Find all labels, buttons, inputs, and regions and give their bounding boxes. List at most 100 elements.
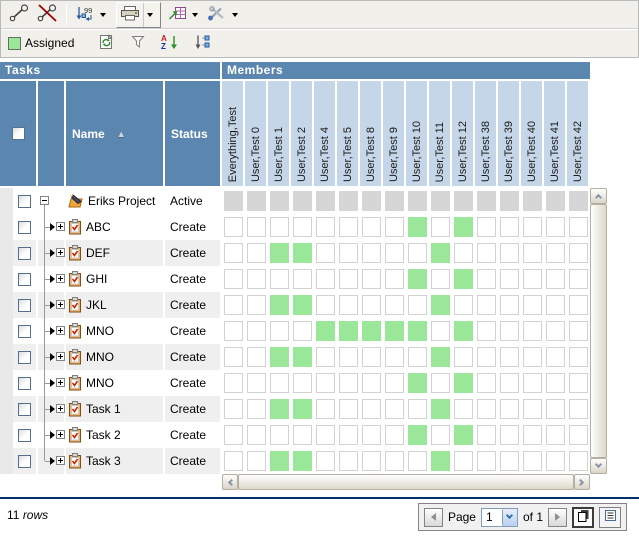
assignment-cell[interactable] <box>406 292 429 318</box>
member-column-header[interactable]: User,Test 38 <box>475 81 496 186</box>
member-column-header[interactable]: User,Test 2 <box>291 81 312 186</box>
assignment-cell[interactable] <box>452 318 475 344</box>
row-checkbox[interactable] <box>18 195 31 208</box>
assignment-cell[interactable] <box>268 240 291 266</box>
refresh-button[interactable] <box>94 31 118 55</box>
assignment-cell[interactable] <box>544 422 567 448</box>
assignment-cell[interactable] <box>245 214 268 240</box>
assignment-cell[interactable] <box>360 318 383 344</box>
assignment-cell[interactable] <box>544 188 567 214</box>
assignment-cell[interactable] <box>268 292 291 318</box>
assignment-cell[interactable] <box>521 396 544 422</box>
assignment-cell[interactable] <box>383 188 406 214</box>
assignment-cell[interactable] <box>498 396 521 422</box>
assignment-cell[interactable] <box>406 266 429 292</box>
assignment-cell[interactable] <box>337 448 360 474</box>
assignment-cell[interactable] <box>452 344 475 370</box>
assignment-cell[interactable] <box>406 370 429 396</box>
scroll-left-button[interactable] <box>222 474 238 490</box>
row-checkbox[interactable] <box>18 325 31 338</box>
expand-icon[interactable] <box>56 300 65 309</box>
assignment-cell[interactable] <box>337 292 360 318</box>
assignment-cell[interactable] <box>567 370 590 396</box>
assignment-cell[interactable] <box>475 370 498 396</box>
assignment-cell[interactable] <box>222 370 245 396</box>
page-select-dropdown[interactable] <box>502 509 517 526</box>
member-column-header[interactable]: User,Test 10 <box>406 81 427 186</box>
assignment-cell[interactable] <box>360 240 383 266</box>
link-button[interactable] <box>5 3 33 27</box>
assignment-cell[interactable] <box>291 188 314 214</box>
expand-icon[interactable] <box>56 222 65 231</box>
vertical-scrollbar-thumb[interactable] <box>590 204 607 458</box>
assignment-cell[interactable] <box>314 266 337 292</box>
assignment-cell[interactable] <box>291 370 314 396</box>
assignment-cell[interactable] <box>314 292 337 318</box>
assignment-cell[interactable] <box>406 448 429 474</box>
assignment-cell[interactable] <box>222 292 245 318</box>
assignment-cell[interactable] <box>291 266 314 292</box>
assignment-cell[interactable] <box>360 396 383 422</box>
assignment-cell[interactable] <box>245 266 268 292</box>
print-button[interactable] <box>117 3 143 27</box>
next-page-button[interactable] <box>548 508 567 527</box>
assignment-cell[interactable] <box>475 318 498 344</box>
assignment-cell[interactable] <box>314 422 337 448</box>
assignment-cell[interactable] <box>291 318 314 344</box>
member-column-header[interactable]: User,Test 5 <box>337 81 358 186</box>
row-checkbox[interactable] <box>18 247 31 260</box>
assignment-cell[interactable] <box>268 396 291 422</box>
expand-icon[interactable] <box>56 378 65 387</box>
expand-icon[interactable] <box>56 248 65 257</box>
assignment-cell[interactable] <box>498 448 521 474</box>
assignment-cell[interactable] <box>291 448 314 474</box>
assignment-cell[interactable] <box>567 292 590 318</box>
assignment-cell[interactable] <box>337 396 360 422</box>
assignment-cell[interactable] <box>475 188 498 214</box>
assignment-cell[interactable] <box>452 396 475 422</box>
assignment-cell[interactable] <box>429 188 452 214</box>
horizontal-scrollbar[interactable] <box>222 474 590 490</box>
single-page-view-button[interactable] <box>599 507 621 528</box>
assignment-cell[interactable] <box>452 422 475 448</box>
assignment-cell[interactable] <box>383 344 406 370</box>
select-all-checkbox[interactable] <box>12 127 25 140</box>
expand-icon[interactable] <box>56 404 65 413</box>
assignment-cell[interactable] <box>567 448 590 474</box>
assignment-cell[interactable] <box>498 344 521 370</box>
assignment-cell[interactable] <box>291 292 314 318</box>
assignment-cell[interactable] <box>429 266 452 292</box>
member-column-header[interactable]: User,Test 0 <box>245 81 266 186</box>
assignment-cell[interactable] <box>383 396 406 422</box>
assignment-cell[interactable] <box>222 396 245 422</box>
tools-button[interactable] <box>204 3 230 27</box>
member-column-header[interactable]: User,Test 39 <box>498 81 519 186</box>
assignment-cell[interactable] <box>337 266 360 292</box>
assignment-cell[interactable] <box>521 188 544 214</box>
assignment-cell[interactable] <box>544 448 567 474</box>
assignment-cell[interactable] <box>360 370 383 396</box>
assignment-cell[interactable] <box>429 292 452 318</box>
assignment-cell[interactable] <box>567 318 590 344</box>
row-arrow-icon[interactable] <box>50 275 55 283</box>
assignment-cell[interactable] <box>452 214 475 240</box>
assignment-cell[interactable] <box>360 214 383 240</box>
filter-button[interactable] <box>126 31 150 55</box>
page-select[interactable]: 1 <box>481 508 518 527</box>
assignment-cell[interactable] <box>498 188 521 214</box>
export-grid-button[interactable] <box>165 3 190 27</box>
assignment-cell[interactable] <box>314 318 337 344</box>
assignment-cell[interactable] <box>544 318 567 344</box>
row-arrow-icon[interactable] <box>50 405 55 413</box>
row-checkbox[interactable] <box>18 455 31 468</box>
name-column-header[interactable]: Name ▲ <box>66 81 163 186</box>
assignment-cell[interactable] <box>245 396 268 422</box>
sort-hierarchy-button[interactable] <box>190 31 214 55</box>
sort-az-button[interactable]: A Z <box>158 31 182 55</box>
member-column-header[interactable]: User,Test 1 <box>268 81 289 186</box>
assignment-cell[interactable] <box>521 448 544 474</box>
unlink-button[interactable] <box>33 3 61 27</box>
row-arrow-icon[interactable] <box>50 223 55 231</box>
assignment-cell[interactable] <box>383 370 406 396</box>
row-checkbox[interactable] <box>18 403 31 416</box>
